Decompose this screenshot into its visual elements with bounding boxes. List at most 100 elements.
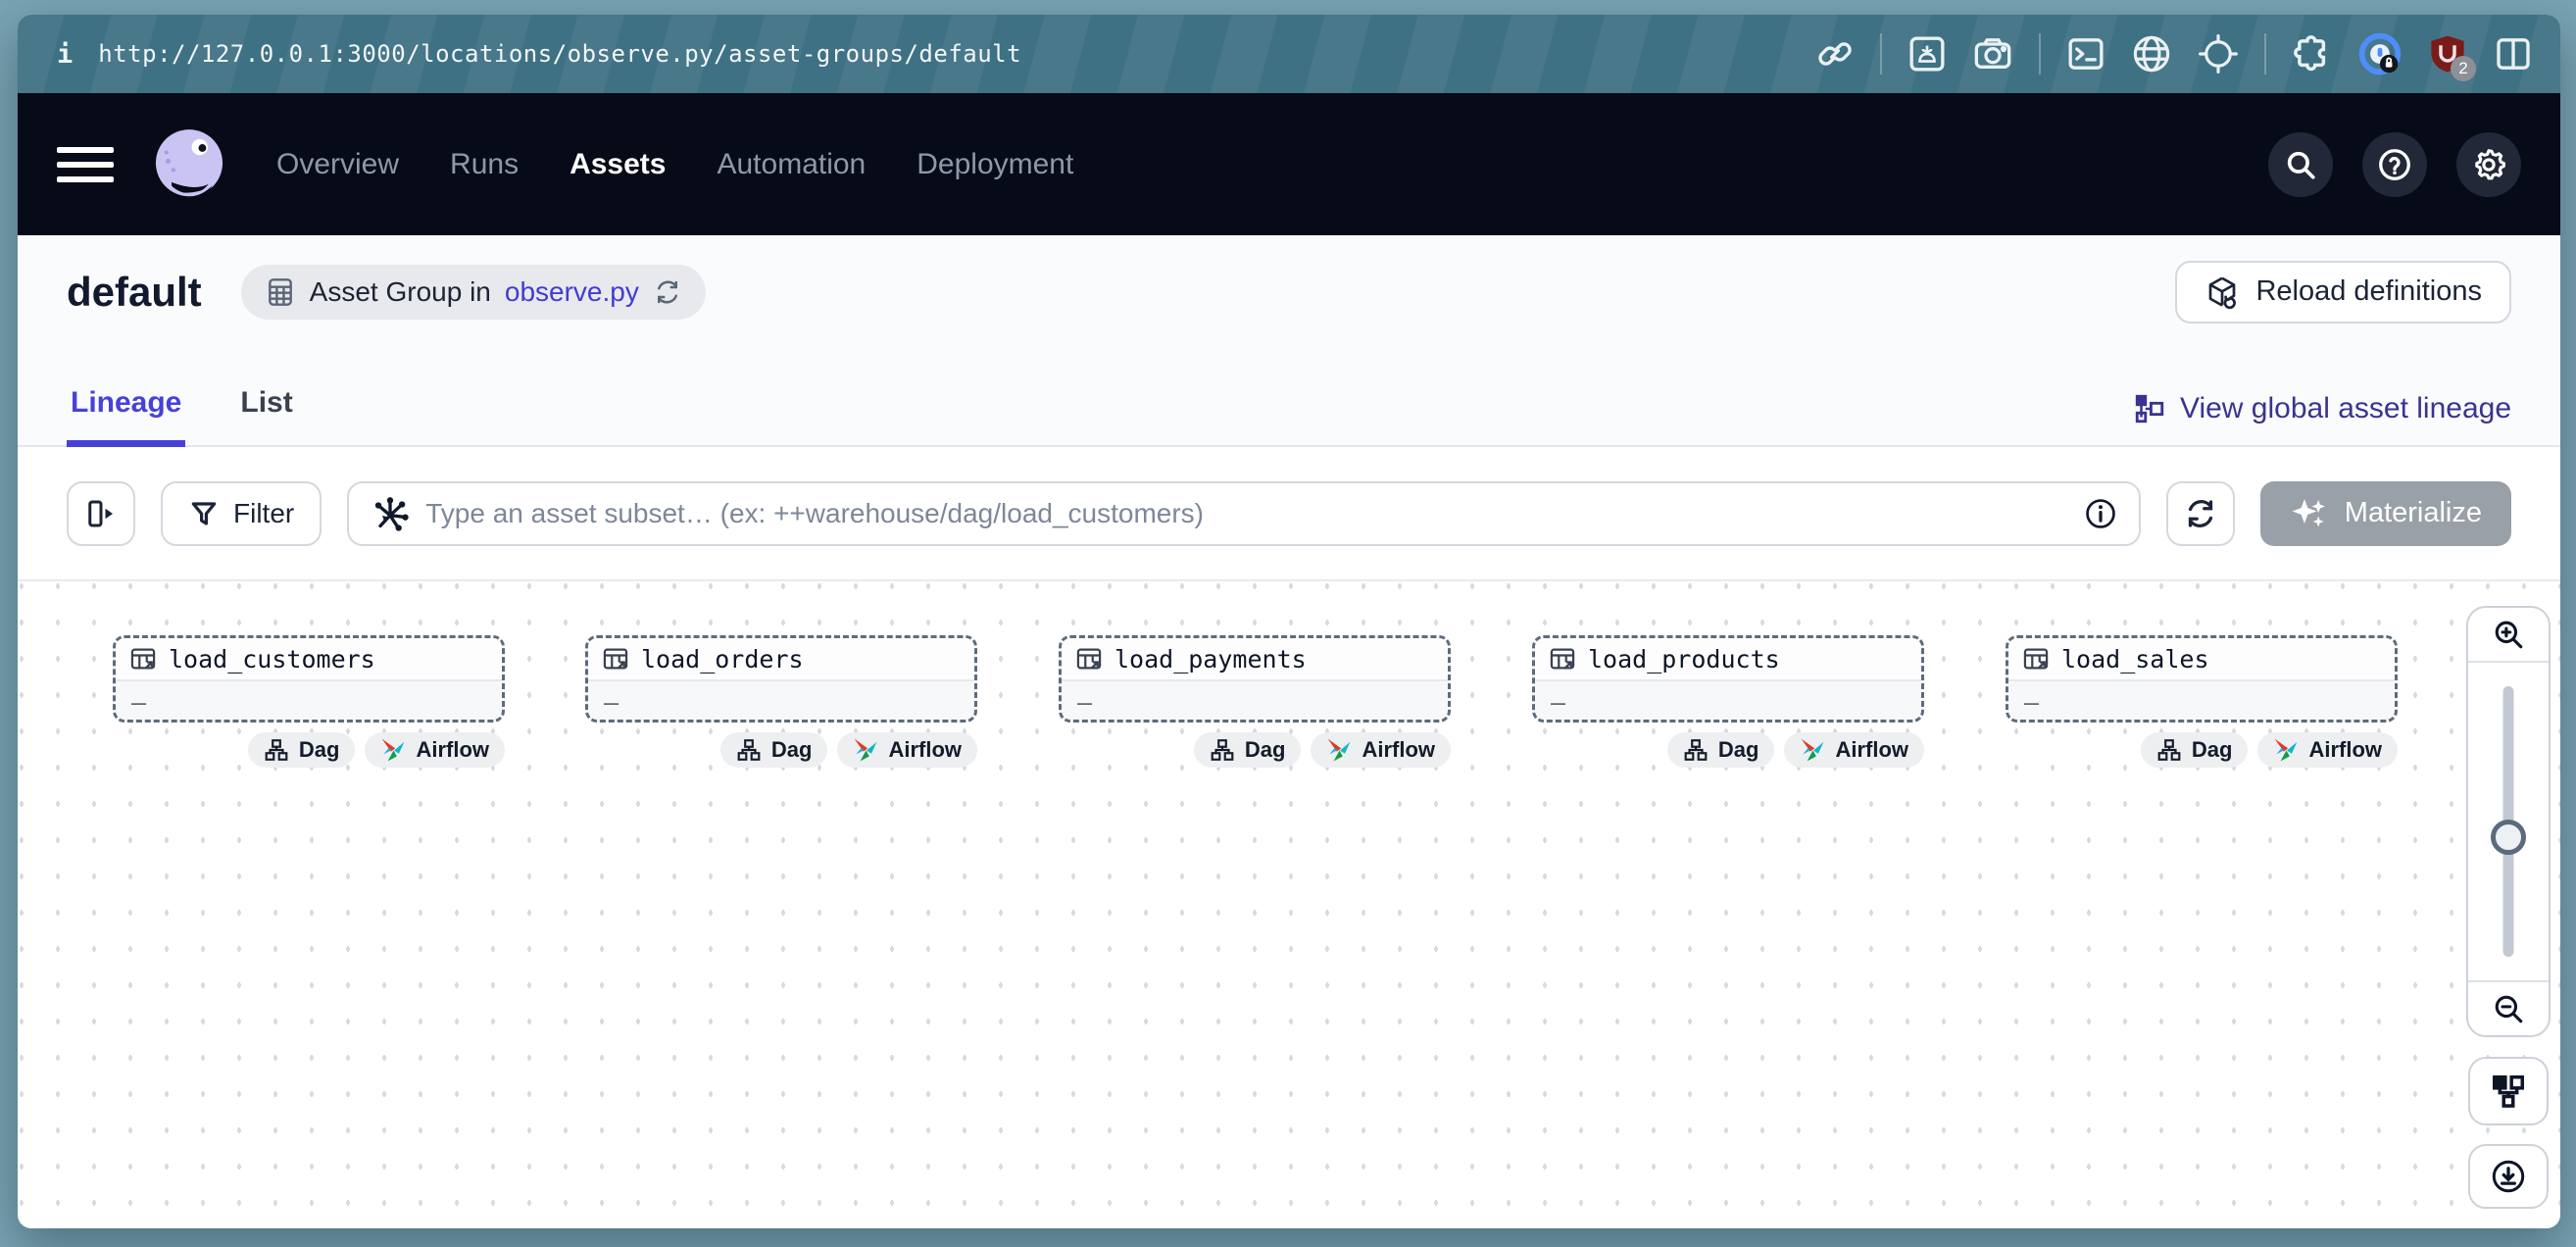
- asset-node-load-payments[interactable]: load_payments – Dag Airflow: [1059, 635, 1451, 723]
- toolbar-separator: [2264, 33, 2266, 75]
- target-icon[interactable]: [2198, 33, 2239, 75]
- onepassword-icon[interactable]: [2358, 32, 2402, 75]
- materialize-button[interactable]: Materialize: [2260, 481, 2511, 546]
- reload-definitions-icon: [2204, 274, 2240, 310]
- asset-card[interactable]: load_payments –: [1059, 635, 1451, 723]
- observable-asset-icon: [602, 645, 629, 673]
- zoom-slider-thumb[interactable]: [2491, 820, 2526, 855]
- toolbar-separator: [2039, 33, 2041, 75]
- asset-card[interactable]: load_products –: [1532, 635, 1924, 723]
- ublock-badge: 2: [2451, 56, 2476, 81]
- asset-card[interactable]: load_sales –: [2006, 635, 2398, 723]
- nav-item-deployment[interactable]: Deployment: [916, 148, 1073, 181]
- tag-airflow[interactable]: Airflow: [365, 732, 505, 768]
- settings-button[interactable]: [2456, 132, 2521, 197]
- tag-dag[interactable]: Dag: [248, 732, 356, 768]
- asset-node-load-orders[interactable]: load_orders – Dag Airflow: [585, 635, 977, 723]
- tag-airflow[interactable]: Airflow: [2257, 732, 2398, 768]
- tag-label: Dag: [1718, 737, 1759, 763]
- ublock-origin-icon[interactable]: 2: [2427, 32, 2468, 75]
- browser-window: i http://127.0.0.1:3000/locations/observ…: [18, 15, 2560, 1228]
- zoom-in-button[interactable]: [2468, 608, 2549, 663]
- view-global-lineage-link[interactable]: View global asset lineage: [2133, 392, 2511, 445]
- tag-dag[interactable]: Dag: [1667, 732, 1775, 768]
- nav-actions: [2268, 132, 2521, 197]
- tag-dag[interactable]: Dag: [720, 732, 828, 768]
- tab-lineage[interactable]: Lineage: [67, 386, 185, 445]
- lineage-canvas[interactable]: load_customers – Dag Airflow load_orders…: [18, 581, 2560, 1228]
- help-button[interactable]: [2362, 132, 2427, 197]
- app-navbar: Overview Runs Assets Automation Deployme…: [18, 93, 2560, 235]
- asset-status: –: [588, 681, 974, 723]
- global-lineage-icon: [2133, 392, 2166, 425]
- nav-item-runs[interactable]: Runs: [450, 148, 519, 181]
- download-image-button[interactable]: [2468, 1144, 2549, 1209]
- search-icon: [2284, 148, 2317, 181]
- airflow-icon: [1800, 737, 1825, 763]
- tag-dag[interactable]: Dag: [2141, 732, 2249, 768]
- link-icon[interactable]: [1815, 34, 1855, 74]
- tag-label: Dag: [2192, 737, 2233, 763]
- tag-label: Airflow: [1835, 737, 1908, 763]
- airflow-icon: [2273, 737, 2299, 763]
- observable-asset-icon: [2022, 645, 2050, 673]
- extensions-icon[interactable]: [2292, 33, 2333, 75]
- nav-item-automation[interactable]: Automation: [717, 148, 866, 181]
- dag-icon: [2156, 737, 2182, 763]
- asset-node-load-sales[interactable]: load_sales – Dag Airflow: [2006, 635, 2398, 723]
- relayout-graph-button[interactable]: [2468, 1057, 2549, 1125]
- nav-item-assets[interactable]: Assets: [570, 148, 666, 181]
- zoom-out-button[interactable]: [2468, 980, 2549, 1035]
- asset-status: –: [116, 681, 502, 723]
- tag-airflow[interactable]: Airflow: [1311, 732, 1451, 768]
- tag-airflow[interactable]: Airflow: [1784, 732, 1924, 768]
- camera-icon[interactable]: [1972, 34, 2013, 74]
- asset-status: –: [1535, 681, 1921, 723]
- zoom-panel: [2466, 606, 2551, 1037]
- asset-group-icon: [265, 276, 296, 308]
- nav-item-overview[interactable]: Overview: [276, 148, 399, 181]
- asset-subset-input[interactable]: [425, 498, 2068, 529]
- observable-asset-icon: [1549, 645, 1576, 673]
- search-button[interactable]: [2268, 132, 2333, 197]
- reload-definitions-button[interactable]: Reload definitions: [2175, 261, 2511, 324]
- split-view-icon[interactable]: [2494, 34, 2533, 74]
- syntax-info-icon[interactable]: [2084, 497, 2117, 530]
- screenshot-icon[interactable]: [1907, 34, 1947, 74]
- refresh-icon: [2183, 496, 2218, 531]
- tag-dag[interactable]: Dag: [1194, 732, 1302, 768]
- asset-node-load-customers[interactable]: load_customers – Dag Airflow: [113, 635, 505, 723]
- dagster-logo-icon[interactable]: [147, 123, 231, 207]
- url-text[interactable]: http://127.0.0.1:3000/locations/observe.…: [98, 40, 1021, 68]
- asset-group-label: Asset Group in: [310, 276, 491, 308]
- sync-icon[interactable]: [653, 277, 682, 307]
- tab-list[interactable]: List: [236, 386, 296, 445]
- asset-card[interactable]: load_orders –: [585, 635, 977, 723]
- asset-tags: Dag Airflow: [248, 732, 505, 768]
- asset-card[interactable]: load_customers –: [113, 635, 505, 723]
- asset-tags: Dag Airflow: [1194, 732, 1451, 768]
- browser-toolbar-icons: 2: [1815, 32, 2533, 75]
- dag-icon: [264, 737, 289, 763]
- tag-label: Dag: [1245, 737, 1286, 763]
- refresh-graph-button[interactable]: [2166, 481, 2235, 546]
- terminal-icon[interactable]: [2066, 34, 2105, 74]
- expand-panel-button[interactable]: [67, 481, 135, 546]
- reload-definitions-label: Reload definitions: [2255, 275, 2482, 308]
- zoom-in-icon: [2492, 618, 2525, 651]
- filter-button[interactable]: Filter: [161, 481, 322, 546]
- airflow-icon: [380, 737, 406, 763]
- code-location-link[interactable]: observe.py: [505, 276, 639, 308]
- asset-name: load_sales: [2061, 645, 2209, 673]
- asset-group-badge: Asset Group in observe.py: [241, 265, 706, 320]
- tag-airflow[interactable]: Airflow: [837, 732, 977, 768]
- asset-node-load-products[interactable]: load_products – Dag Airflow: [1532, 635, 1924, 723]
- toolbar-separator: [1880, 33, 1882, 75]
- menu-icon[interactable]: [57, 136, 114, 193]
- asset-tags: Dag Airflow: [2141, 732, 2398, 768]
- tag-label: Airflow: [416, 737, 489, 763]
- sparkles-icon: [2290, 494, 2329, 533]
- globe-icon[interactable]: [2131, 33, 2172, 75]
- asset-name: load_payments: [1115, 645, 1307, 673]
- browser-titlebar: i http://127.0.0.1:3000/locations/observ…: [18, 15, 2560, 93]
